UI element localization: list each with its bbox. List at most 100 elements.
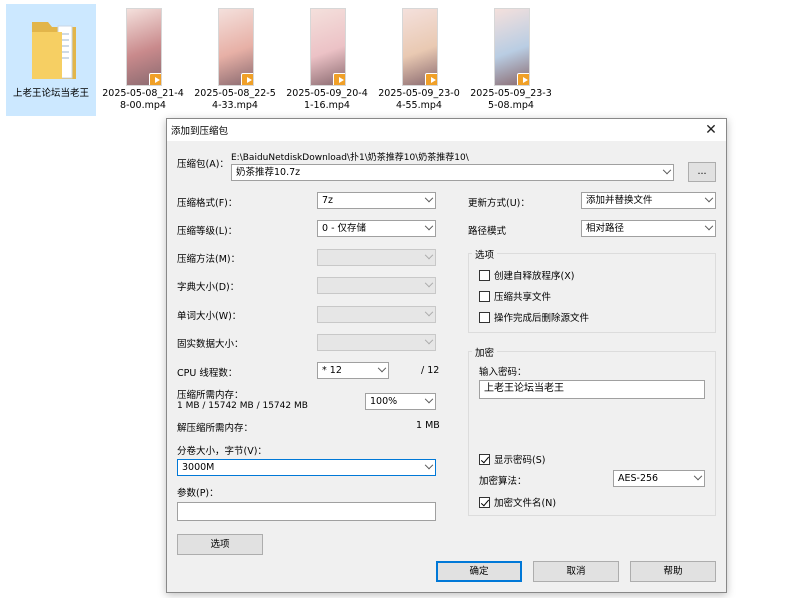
method-combo[interactable] (317, 249, 436, 266)
play-icon (517, 73, 529, 85)
help-button[interactable]: 帮助 (630, 561, 716, 582)
level-value: 0 - 仅存储 (322, 223, 367, 234)
play-icon (241, 73, 253, 85)
play-icon (425, 73, 437, 85)
chevron-down-icon (424, 278, 434, 288)
enc-method-value: AES-256 (618, 473, 659, 484)
word-label: 单词大小(W)： (177, 311, 242, 322)
chevron-down-icon (424, 193, 434, 203)
level-combo[interactable]: 0 - 仅存储 (317, 220, 436, 237)
dict-combo[interactable] (317, 277, 436, 294)
chevron-down-icon (704, 221, 714, 231)
shared-label: 压缩共享文件 (494, 292, 552, 303)
split-value: 3000M (182, 462, 215, 473)
file-name: 2025-05-09_20-41-16.mp4 (286, 88, 368, 111)
enc-method-label: 加密算法： (479, 476, 527, 487)
chevron-down-icon (424, 221, 434, 231)
path-mode-label: 路径模式 (468, 226, 507, 237)
dict-label: 字典大小(D)： (177, 282, 240, 293)
format-label: 压缩格式(F)： (177, 198, 238, 209)
format-combo[interactable]: 7z (317, 192, 436, 209)
checkbox-box (479, 453, 490, 465)
show-password-checkbox[interactable]: 显示密码(S) (479, 452, 545, 466)
video-thumbnail (402, 8, 438, 86)
chevron-down-icon (424, 250, 434, 260)
encrypt-names-label: 加密文件名(N) (494, 498, 557, 509)
split-label: 分卷大小，字节(V)： (177, 446, 267, 457)
checkbox-box (479, 290, 490, 302)
video-file-item[interactable]: 2025-05-08_21-48-00.mp4 (98, 4, 188, 116)
chevron-down-icon (424, 394, 434, 404)
encrypt-names-checkbox[interactable]: 加密文件名(N) (479, 495, 556, 509)
video-file-item[interactable]: 2025-05-08_22-54-33.mp4 (190, 4, 280, 116)
format-value: 7z (322, 195, 334, 206)
file-name: 2025-05-09_23-35-08.mp4 (470, 88, 552, 111)
enc-method-combo[interactable]: AES-256 (613, 470, 705, 487)
video-thumbnail (218, 8, 254, 86)
cpu-total: / 12 (421, 365, 440, 376)
file-name: 2025-05-09_23-04-55.mp4 (378, 88, 460, 111)
file-name: 2025-05-08_21-48-00.mp4 (102, 88, 184, 111)
video-file-item[interactable]: 2025-05-09_20-41-16.mp4 (282, 4, 372, 116)
chevron-down-icon (424, 460, 434, 470)
split-combo[interactable]: 3000M (177, 459, 436, 476)
chevron-down-icon (424, 307, 434, 317)
update-value: 添加并替换文件 (586, 195, 653, 206)
update-combo[interactable]: 添加并替换文件 (581, 192, 716, 209)
close-button[interactable]: ✕ (696, 119, 726, 141)
archive-name-combo[interactable]: 奶茶推荐10.7z (231, 164, 674, 181)
sfx-label: 创建自释放程序(X) (494, 271, 575, 282)
shared-checkbox[interactable]: 压缩共享文件 (479, 289, 551, 303)
params-label: 参数(P)： (177, 488, 219, 499)
checkbox-box (479, 311, 490, 323)
sfx-checkbox[interactable]: 创建自释放程序(X) (479, 268, 574, 282)
decomp-label: 解压缩所需内存： (177, 423, 254, 434)
chevron-down-icon (377, 363, 387, 373)
title-bar: 添加到压缩包 ✕ (167, 119, 726, 141)
file-name: 2025-05-08_22-54-33.mp4 (194, 88, 276, 111)
options-button[interactable]: 选项 (177, 534, 263, 555)
browse-button[interactable]: ... (688, 162, 716, 182)
folder-icon (32, 22, 76, 79)
ok-button[interactable]: 确定 (436, 561, 522, 582)
chevron-down-icon (693, 471, 703, 481)
cancel-button[interactable]: 取消 (533, 561, 619, 582)
archive-label: 压缩包(A)： (177, 159, 229, 170)
play-icon (149, 73, 161, 85)
dialog-title: 添加到压缩包 (171, 126, 229, 137)
video-thumbnail (126, 8, 162, 86)
options-group-label: 选项 (472, 247, 498, 261)
cpu-combo[interactable]: * 12 (317, 362, 389, 379)
checkbox-box (479, 496, 490, 508)
word-combo[interactable] (317, 306, 436, 323)
archive-name-value: 奶茶推荐10.7z (236, 167, 301, 178)
path-mode-combo[interactable]: 相对路径 (581, 220, 716, 237)
password-input[interactable]: 上老王论坛当老王 (479, 380, 705, 399)
decomp-value: 1 MB (416, 420, 440, 431)
video-thumbnail (494, 8, 530, 86)
solid-combo[interactable] (317, 334, 436, 351)
add-to-archive-dialog: 添加到压缩包 ✕ 压缩包(A)： E:\BaiduNetdiskDownload… (166, 118, 727, 593)
cpu-value: * 12 (322, 365, 342, 376)
cpu-label: CPU 线程数： (177, 368, 238, 379)
chevron-down-icon (704, 193, 714, 203)
password-label: 输入密码： (479, 367, 527, 378)
delete-source-checkbox[interactable]: 操作完成后删除源文件 (479, 310, 589, 324)
solid-label: 固实数据大小： (177, 339, 244, 350)
show-password-label: 显示密码(S) (494, 455, 546, 466)
video-file-item[interactable]: 2025-05-09_23-35-08.mp4 (466, 4, 556, 116)
checkbox-box (479, 269, 490, 281)
update-label: 更新方式(U)： (468, 198, 530, 209)
video-file-item[interactable]: 2025-05-09_23-04-55.mp4 (374, 4, 464, 116)
encryption-group-label: 加密 (472, 345, 498, 359)
chevron-down-icon (424, 335, 434, 345)
mem-value: 1 MB / 15742 MB / 15742 MB (177, 401, 308, 411)
video-thumbnail (310, 8, 346, 86)
folder-item[interactable]: 上老王论坛当老王 (6, 4, 96, 116)
level-label: 压缩等级(L)： (177, 226, 238, 237)
mem-label: 压缩所需内存： (177, 390, 244, 401)
path-mode-value: 相对路径 (586, 223, 625, 234)
params-input[interactable] (177, 502, 436, 521)
close-icon: ✕ (705, 122, 717, 138)
mem-percent-combo[interactable]: 100% (365, 393, 436, 410)
